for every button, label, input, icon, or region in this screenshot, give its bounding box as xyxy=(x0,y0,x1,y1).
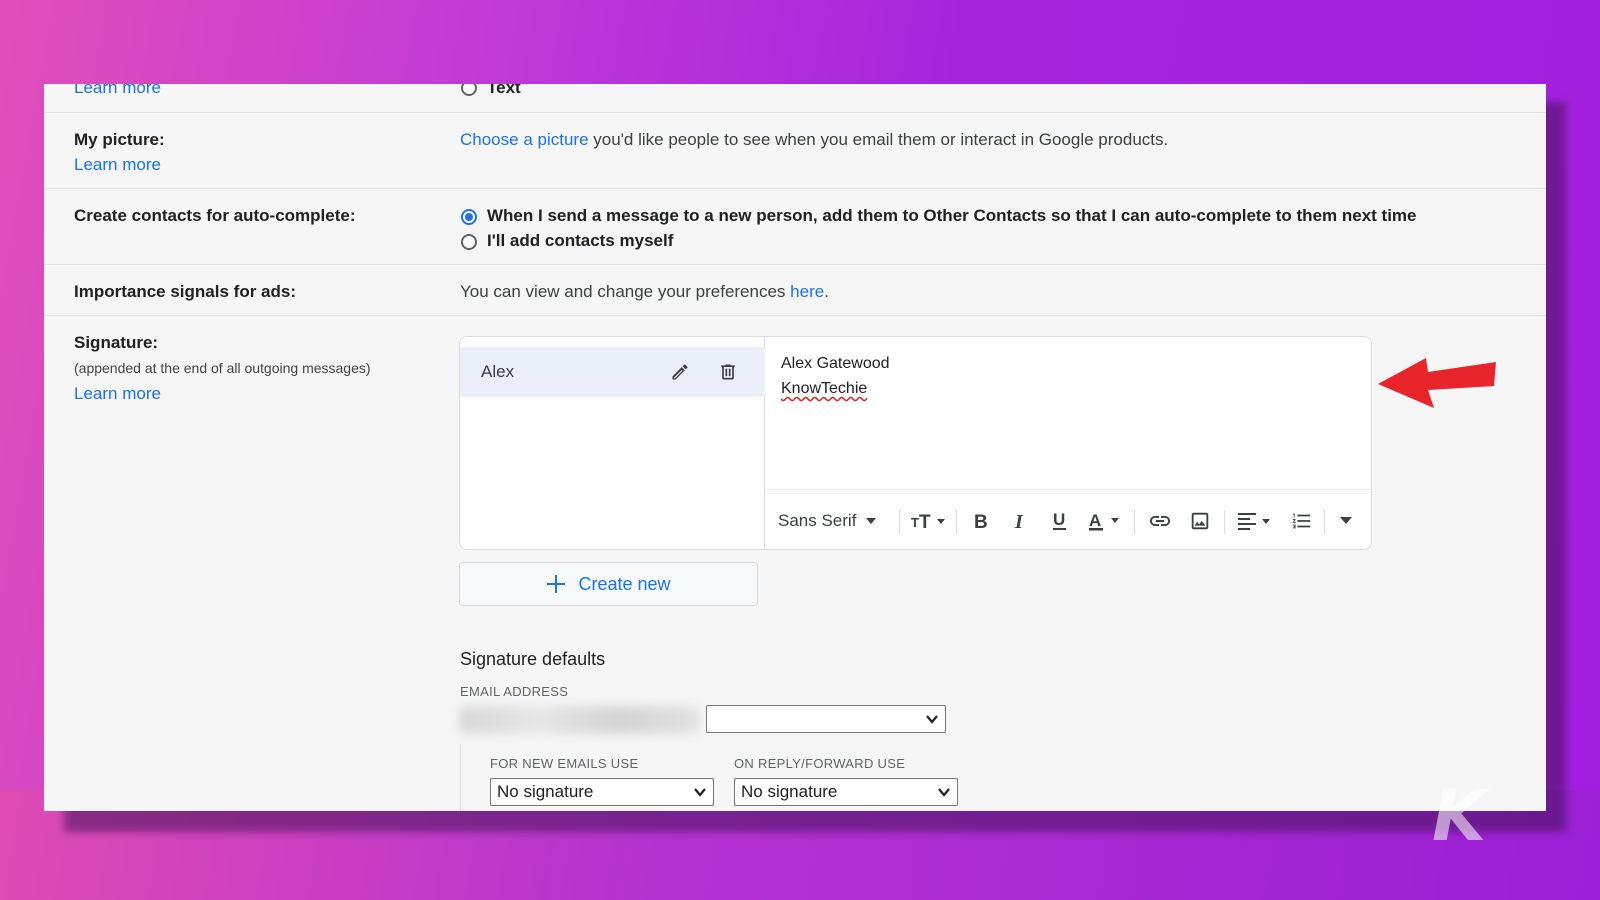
ads-label: Importance signals for ads: xyxy=(74,282,296,301)
svg-text:I: I xyxy=(1014,511,1024,531)
divider xyxy=(44,112,1546,113)
settings-panel: Learn more Text My picture: Learn more C… xyxy=(44,84,1546,811)
ads-period: . xyxy=(824,282,829,301)
new-emails-signature-select[interactable]: No signature xyxy=(490,778,714,806)
create-new-label: Create new xyxy=(578,573,671,594)
contacts-label: Create contacts for auto-complete: xyxy=(74,206,356,225)
font-size-icon[interactable]: TT xyxy=(910,507,950,535)
divider xyxy=(44,264,1546,265)
new-emails-label: FOR NEW EMAILS USE xyxy=(490,756,639,771)
radio-text-label: Text xyxy=(487,84,521,97)
chevron-down-icon xyxy=(866,518,877,524)
svg-text:U: U xyxy=(1053,510,1065,529)
email-address-label: EMAIL ADDRESS xyxy=(460,684,569,699)
link-icon[interactable] xyxy=(1146,507,1174,535)
svg-text:T: T xyxy=(919,512,931,531)
signature-box: Alex Alex Gatewood KnowTechie Sans Serif… xyxy=(459,336,1372,550)
toolbar-separator xyxy=(1324,510,1325,534)
radio-add-contacts-myself[interactable] xyxy=(461,234,477,250)
chevron-down-icon xyxy=(694,788,706,797)
annotation-arrow-icon xyxy=(1378,358,1496,408)
trash-icon[interactable] xyxy=(714,358,742,386)
toolbar-separator xyxy=(1224,510,1225,534)
toolbar-separator xyxy=(956,510,957,534)
signature-item-name: Alex xyxy=(481,362,515,381)
more-formatting-icon[interactable] xyxy=(1332,507,1360,535)
my-picture-description: Choose a picture you'd like people to se… xyxy=(460,130,1168,150)
formatting-toolbar: Sans Serif TT B I U A xyxy=(766,489,1371,549)
signature-label: Signature: xyxy=(74,333,159,352)
reply-forward-signature-value: No signature xyxy=(741,782,838,801)
signature-defaults-title: Signature defaults xyxy=(460,649,606,669)
ads-description: You can view and change your preferences… xyxy=(460,282,829,302)
numbered-list-icon[interactable] xyxy=(1288,507,1316,535)
ads-text: You can view and change your preferences xyxy=(460,282,791,301)
signature-learn-more-link[interactable]: Learn more xyxy=(74,384,161,404)
defaults-indent-line xyxy=(460,744,461,811)
divider xyxy=(44,188,1546,189)
image-icon[interactable] xyxy=(1186,507,1214,535)
font-family-label: Sans Serif xyxy=(778,511,857,530)
watermark-logo: K xyxy=(1432,775,1487,857)
toolbar-separator xyxy=(899,510,900,534)
learn-more-link-top[interactable]: Learn more xyxy=(74,84,161,98)
radio-text[interactable] xyxy=(461,84,477,96)
email-address-select[interactable] xyxy=(706,705,946,733)
redacted-email xyxy=(459,706,699,734)
align-icon[interactable] xyxy=(1234,507,1278,535)
my-picture-text: you'd like people to see when you email … xyxy=(588,130,1169,149)
signature-line-name: Alex Gatewood xyxy=(781,355,890,372)
new-emails-signature-value: No signature xyxy=(497,782,594,801)
chevron-down-icon xyxy=(938,788,950,797)
signature-line-company: KnowTechie xyxy=(781,380,868,397)
plus-icon xyxy=(547,575,566,593)
radio-auto-add-contacts-label: When I send a message to a new person, a… xyxy=(487,206,1417,225)
text-color-icon[interactable]: A xyxy=(1086,507,1126,535)
signature-editor[interactable]: Alex Gatewood KnowTechie xyxy=(766,337,1371,489)
radio-add-contacts-myself-label: I'll add contacts myself xyxy=(487,231,674,250)
edit-icon[interactable] xyxy=(666,358,694,386)
my-picture-learn-more-link[interactable]: Learn more xyxy=(74,155,161,175)
ads-here-link[interactable]: here xyxy=(790,282,824,301)
signature-item-alex[interactable]: Alex xyxy=(460,347,765,397)
divider xyxy=(44,315,1546,316)
font-family-dropdown[interactable]: Sans Serif xyxy=(778,507,877,535)
underline-icon[interactable]: U xyxy=(1046,507,1074,535)
svg-text:T: T xyxy=(911,515,919,530)
toolbar-separator xyxy=(1134,510,1135,534)
choose-picture-link[interactable]: Choose a picture xyxy=(460,130,589,149)
reply-forward-signature-select[interactable]: No signature xyxy=(734,778,958,806)
italic-icon[interactable]: I xyxy=(1006,507,1034,535)
svg-text:A: A xyxy=(1089,511,1101,530)
chevron-down-icon xyxy=(926,715,938,724)
radio-auto-add-contacts[interactable] xyxy=(461,209,477,225)
create-new-button[interactable]: Create new xyxy=(459,562,758,606)
svg-text:B: B xyxy=(974,512,988,531)
signature-list: Alex xyxy=(460,337,765,549)
signature-description: (appended at the end of all outgoing mes… xyxy=(74,360,371,376)
my-picture-label: My picture: xyxy=(74,130,165,149)
bold-icon[interactable]: B xyxy=(966,507,994,535)
reply-forward-label: ON REPLY/FORWARD USE xyxy=(734,756,906,771)
